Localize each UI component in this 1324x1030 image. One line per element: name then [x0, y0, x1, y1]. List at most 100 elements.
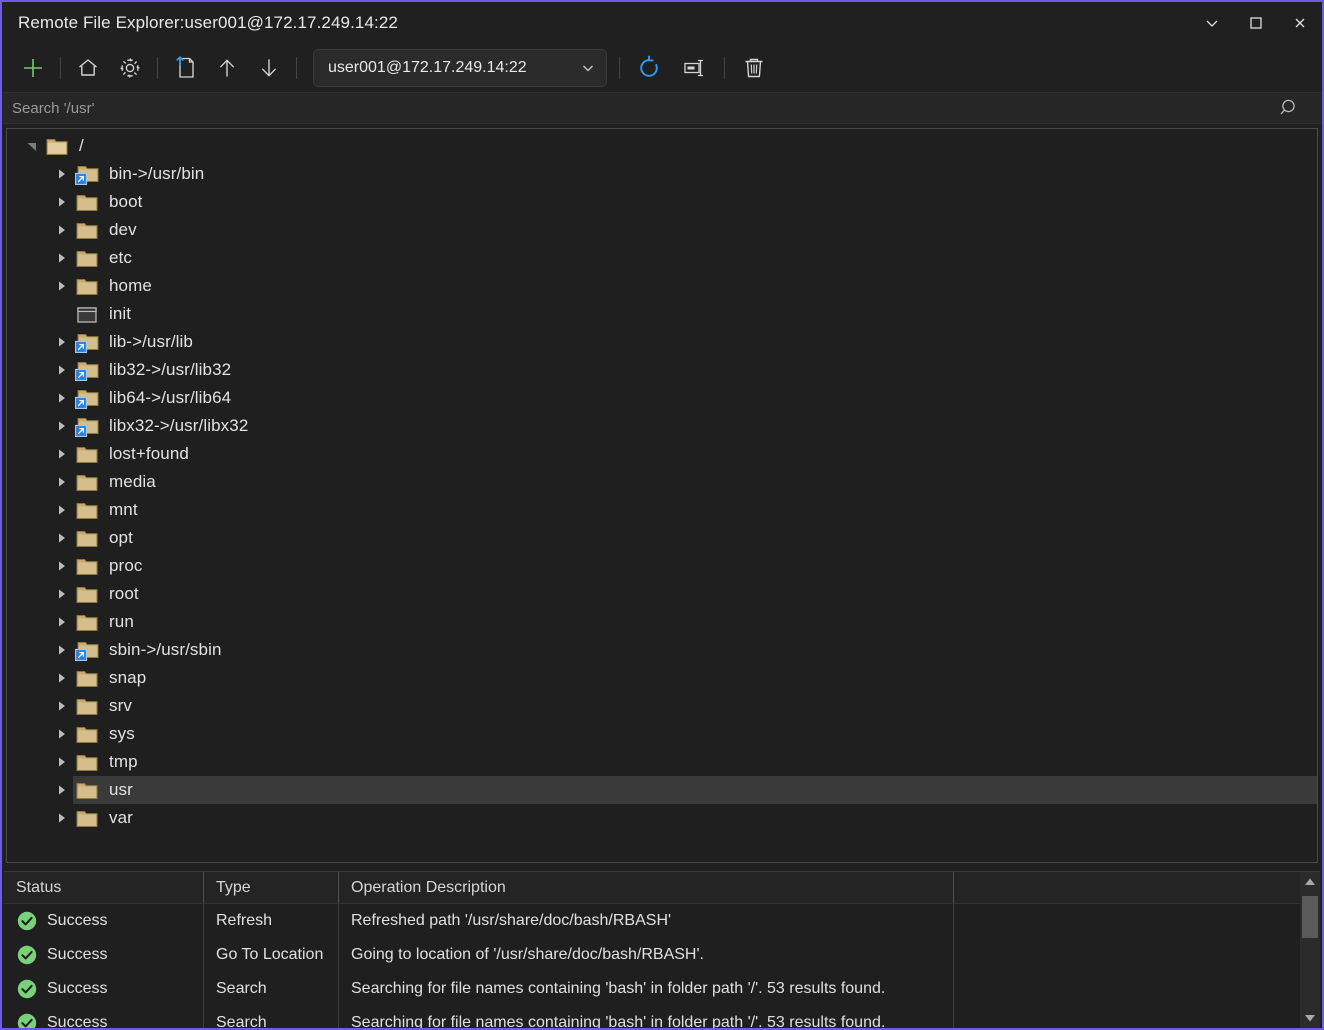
expand-toggle[interactable] — [51, 580, 73, 608]
connection-selector[interactable]: user001@172.17.249.14:22 — [313, 49, 607, 87]
tree-item-content[interactable]: lib->/usr/lib — [73, 328, 1317, 356]
tree-item-snap[interactable]: snap — [7, 664, 1317, 692]
expand-toggle[interactable] — [51, 384, 73, 412]
tree-item-init[interactable]: init — [7, 300, 1317, 328]
expand-toggle[interactable] — [51, 776, 73, 804]
tree-item-content[interactable]: lib64->/usr/lib64 — [73, 384, 1317, 412]
tree-item-home[interactable]: home — [7, 272, 1317, 300]
refresh-button[interactable] — [626, 48, 672, 88]
move-up-button[interactable] — [206, 48, 248, 88]
delete-button[interactable] — [731, 48, 777, 88]
tree-item-content[interactable]: libx32->/usr/libx32 — [73, 412, 1317, 440]
column-header-type[interactable]: Type — [204, 872, 339, 903]
expand-toggle[interactable] — [51, 720, 73, 748]
expand-toggle[interactable] — [51, 244, 73, 272]
tree-item-sys[interactable]: sys — [7, 720, 1317, 748]
home-button[interactable] — [67, 48, 109, 88]
tree-item-media[interactable]: media — [7, 468, 1317, 496]
tree-item-content[interactable]: / — [43, 132, 1317, 160]
expand-toggle[interactable] — [51, 328, 73, 356]
tree-item-srv[interactable]: srv — [7, 692, 1317, 720]
scrollbar-thumb[interactable] — [1302, 896, 1318, 938]
tree-item-content[interactable]: snap — [73, 664, 1317, 692]
tree-item-root[interactable]: root — [7, 580, 1317, 608]
scrollbar-track[interactable] — [1300, 892, 1320, 1008]
tree-item-content[interactable]: opt — [73, 524, 1317, 552]
scroll-up-button[interactable] — [1300, 872, 1320, 892]
expand-toggle[interactable] — [51, 608, 73, 636]
expand-toggle[interactable] — [51, 664, 73, 692]
close-button[interactable] — [1278, 2, 1322, 44]
move-down-button[interactable] — [248, 48, 290, 88]
column-header-status[interactable]: Status — [4, 872, 204, 903]
tree-item-usr[interactable]: usr — [7, 776, 1317, 804]
expand-toggle[interactable] — [51, 272, 73, 300]
column-header-extra[interactable] — [954, 872, 1276, 903]
tree-item-lib32[interactable]: lib32->/usr/lib32 — [7, 356, 1317, 384]
tree-item-libx32[interactable]: libx32->/usr/libx32 — [7, 412, 1317, 440]
minimize-button[interactable] — [1190, 2, 1234, 44]
tree-item-proc[interactable]: proc — [7, 552, 1317, 580]
column-header-description[interactable]: Operation Description — [339, 872, 954, 903]
collapse-toggle[interactable] — [21, 132, 43, 160]
tree-item-content[interactable]: run — [73, 608, 1317, 636]
tree-item-content[interactable]: bin->/usr/bin — [73, 160, 1317, 188]
expand-toggle[interactable] — [51, 748, 73, 776]
tree-item-lib64[interactable]: lib64->/usr/lib64 — [7, 384, 1317, 412]
tree-item-content[interactable]: media — [73, 468, 1317, 496]
expand-toggle[interactable] — [51, 496, 73, 524]
search-submit-button[interactable] — [1258, 93, 1322, 123]
table-row[interactable]: SuccessSearchSearching for file names co… — [4, 1006, 1300, 1028]
expand-toggle[interactable] — [51, 160, 73, 188]
tree-item-mnt[interactable]: mnt — [7, 496, 1317, 524]
expand-toggle[interactable] — [51, 356, 73, 384]
scroll-down-button[interactable] — [1300, 1008, 1320, 1028]
expand-toggle[interactable] — [51, 804, 73, 832]
log-vertical-scrollbar[interactable] — [1300, 872, 1320, 1028]
tree-item-content[interactable]: home — [73, 272, 1317, 300]
rename-button[interactable] — [672, 48, 718, 88]
tree-item-[interactable]: / — [7, 132, 1317, 160]
settings-button[interactable] — [109, 48, 151, 88]
tree-item-content[interactable]: sbin->/usr/sbin — [73, 636, 1317, 664]
tree-item-content[interactable]: lost+found — [73, 440, 1317, 468]
file-tree-panel[interactable]: / bin->/usr/bin boot dev etc home init — [6, 128, 1318, 863]
tree-item-content[interactable]: usr — [73, 776, 1317, 804]
tree-item-content[interactable]: sys — [73, 720, 1317, 748]
maximize-button[interactable] — [1234, 2, 1278, 44]
upload-file-button[interactable] — [164, 48, 206, 88]
tree-item-run[interactable]: run — [7, 608, 1317, 636]
tree-item-content[interactable]: srv — [73, 692, 1317, 720]
new-connection-button[interactable] — [12, 48, 54, 88]
tree-item-content[interactable]: mnt — [73, 496, 1317, 524]
expand-toggle[interactable] — [51, 636, 73, 664]
expand-toggle[interactable] — [51, 440, 73, 468]
tree-item-content[interactable]: init — [73, 300, 1317, 328]
table-row[interactable]: SuccessRefreshRefreshed path '/usr/share… — [4, 904, 1300, 938]
expand-toggle[interactable] — [51, 188, 73, 216]
expand-toggle[interactable] — [51, 412, 73, 440]
tree-item-lost+found[interactable]: lost+found — [7, 440, 1317, 468]
tree-item-content[interactable]: dev — [73, 216, 1317, 244]
expand-toggle[interactable] — [51, 216, 73, 244]
tree-item-var[interactable]: var — [7, 804, 1317, 832]
expand-toggle[interactable] — [51, 468, 73, 496]
tree-item-content[interactable]: lib32->/usr/lib32 — [73, 356, 1317, 384]
tree-item-lib[interactable]: lib->/usr/lib — [7, 328, 1317, 356]
expand-toggle[interactable] — [51, 524, 73, 552]
tree-item-content[interactable]: var — [73, 804, 1317, 832]
tree-item-content[interactable]: root — [73, 580, 1317, 608]
tree-item-boot[interactable]: boot — [7, 188, 1317, 216]
tree-item-opt[interactable]: opt — [7, 524, 1317, 552]
tree-item-content[interactable]: proc — [73, 552, 1317, 580]
tree-item-content[interactable]: boot — [73, 188, 1317, 216]
tree-item-tmp[interactable]: tmp — [7, 748, 1317, 776]
tree-item-bin[interactable]: bin->/usr/bin — [7, 160, 1317, 188]
expand-toggle[interactable] — [51, 692, 73, 720]
tree-item-content[interactable]: etc — [73, 244, 1317, 272]
tree-item-sbin[interactable]: sbin->/usr/sbin — [7, 636, 1317, 664]
table-row[interactable]: SuccessSearchSearching for file names co… — [4, 972, 1300, 1006]
tree-item-dev[interactable]: dev — [7, 216, 1317, 244]
search-input[interactable] — [2, 93, 1258, 123]
table-row[interactable]: SuccessGo To LocationGoing to location o… — [4, 938, 1300, 972]
